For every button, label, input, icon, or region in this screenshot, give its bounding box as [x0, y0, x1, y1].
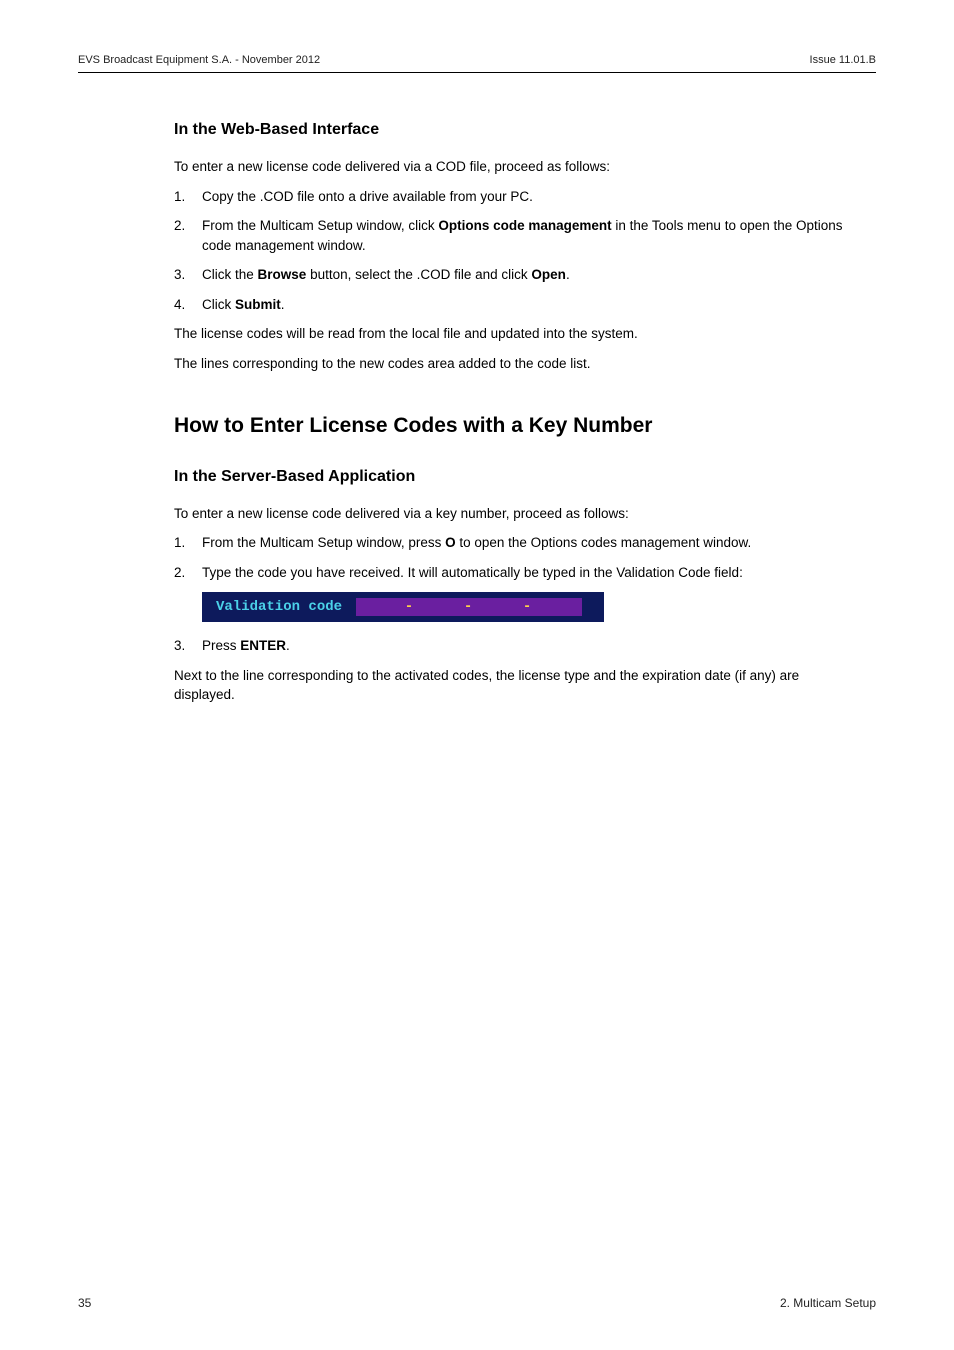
validation-label: Validation code — [202, 599, 356, 615]
main-content: In the Web-Based Interface To enter a ne… — [174, 121, 856, 705]
list-item: From the Multicam Setup window, press O … — [174, 533, 856, 553]
web-after-2: The lines corresponding to the new codes… — [174, 354, 856, 374]
key-after: Next to the line corresponding to the ac… — [174, 666, 856, 705]
validation-input[interactable]: - - - — [356, 598, 582, 616]
header-left: EVS Broadcast Equipment S.A. - November … — [78, 54, 320, 66]
web-steps-list: Copy the .COD file onto a drive availabl… — [174, 187, 856, 315]
list-item: Click Submit. — [174, 295, 856, 315]
heading-key-number: How to Enter License Codes with a Key Nu… — [174, 414, 856, 438]
web-intro: To enter a new license code delivered vi… — [174, 157, 856, 177]
page-footer: 35 2. Multicam Setup — [78, 1296, 876, 1310]
list-item: Type the code you have received. It will… — [174, 563, 856, 583]
heading-web-interface: In the Web-Based Interface — [174, 121, 856, 139]
key-steps-list: From the Multicam Setup window, press O … — [174, 533, 856, 582]
key-intro: To enter a new license code delivered vi… — [174, 504, 856, 524]
heading-server-app: In the Server-Based Application — [174, 468, 856, 486]
list-item: Copy the .COD file onto a drive availabl… — [174, 187, 856, 207]
list-item: From the Multicam Setup window, click Op… — [174, 216, 856, 255]
list-item: Click the Browse button, select the .COD… — [174, 265, 856, 285]
page-number: 35 — [78, 1296, 91, 1310]
dash-icon: - — [464, 599, 474, 615]
dash-icon: - — [405, 599, 415, 615]
header-right: Issue 11.01.B — [810, 54, 876, 66]
key-steps-list-cont: Press ENTER. — [174, 636, 856, 656]
dash-icon: - — [523, 599, 533, 615]
validation-code-field: Validation code - - - — [202, 592, 604, 622]
footer-section: 2. Multicam Setup — [780, 1296, 876, 1310]
web-after-1: The license codes will be read from the … — [174, 324, 856, 344]
page-header: EVS Broadcast Equipment S.A. - November … — [78, 54, 876, 73]
list-item: Press ENTER. — [174, 636, 856, 656]
